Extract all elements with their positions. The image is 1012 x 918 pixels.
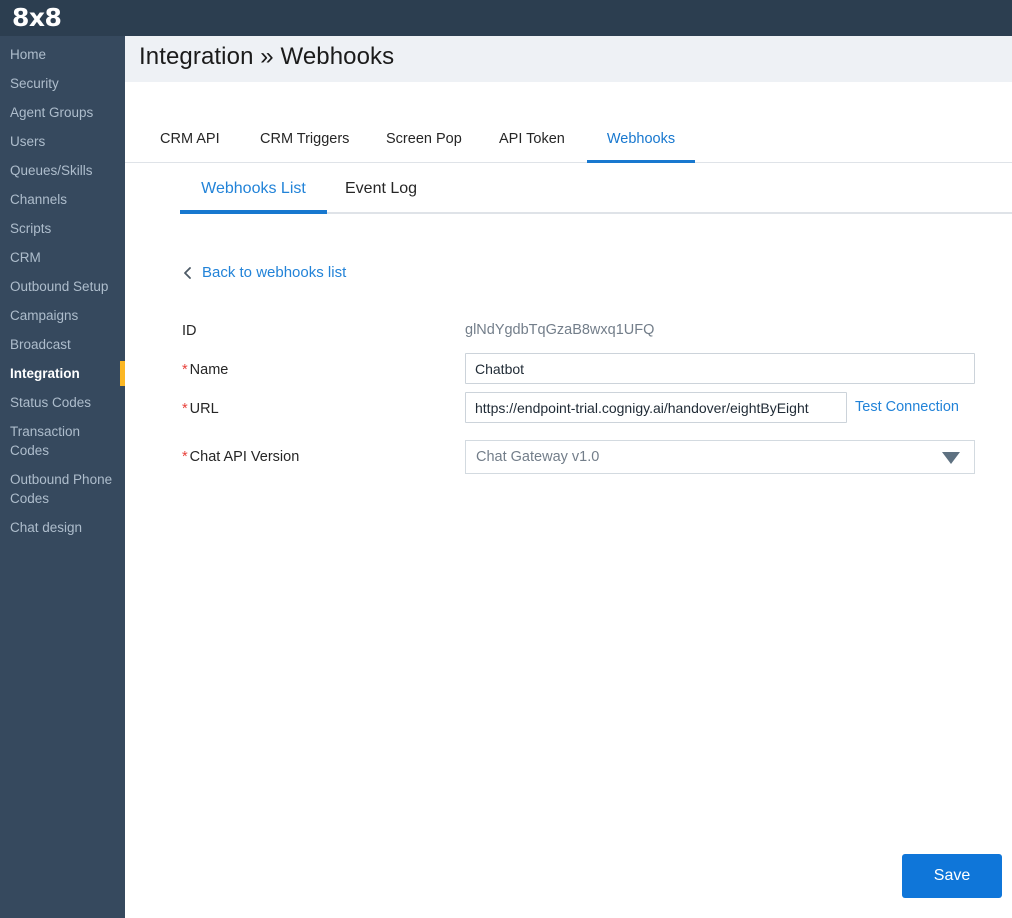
chat-api-version-value: Chat Gateway v1.0: [476, 449, 600, 465]
required-marker-name: *: [182, 362, 188, 378]
back-to-webhooks-list-link[interactable]: Back to webhooks list: [182, 264, 346, 281]
sidebar-item-home[interactable]: Home: [0, 40, 125, 69]
sidebar-item-broadcast[interactable]: Broadcast: [0, 330, 125, 359]
name-input[interactable]: [465, 353, 975, 384]
chevron-down-icon: [942, 452, 960, 464]
sidebar-item-label: Scripts: [10, 221, 52, 236]
sub-tabs: Webhooks List Event Log: [180, 180, 1012, 214]
webhook-form: ID glNdYgdbTqGzaB8wxq1UFQ *Name *URL Tes…: [125, 314, 1012, 483]
brand-logo[interactable]: 8x8: [12, 2, 62, 34]
tab-webhooks[interactable]: Webhooks: [587, 131, 695, 163]
page-header: Integration » Webhooks: [125, 36, 1012, 82]
id-label: ID: [182, 323, 197, 339]
content-area: CRM API CRM Triggers Screen Pop API Token We…: [125, 82, 1012, 918]
test-connection-link[interactable]: Test Connection: [855, 399, 959, 415]
chat-api-version-label-text: Chat API Version: [189, 449, 300, 465]
sidebar-item-label: Outbound Setup: [10, 279, 109, 294]
sidebar-item-queues-skills[interactable]: Queues/Skills: [0, 156, 125, 185]
form-row-chat-api-version: * Chat API Version Chat Gateway v1.0: [125, 431, 1012, 483]
tab-api-token[interactable]: API Token: [499, 131, 565, 163]
form-row-url: *URL Test Connection: [125, 392, 1012, 431]
name-label: * Name: [182, 362, 228, 378]
primary-tabs: CRM API CRM Triggers Screen Pop API Token We…: [125, 131, 1012, 163]
sidebar-item-label: Campaigns: [10, 308, 79, 323]
sidebar-nav: Home Security Agent Groups Users Queues/Skil…: [0, 36, 125, 918]
sidebar-item-label: Channels: [10, 192, 68, 207]
subtab-webhooks-list[interactable]: Webhooks List: [180, 180, 327, 214]
name-label-text: Name: [189, 362, 229, 378]
form-row-name: * Name: [125, 353, 1012, 392]
chevron-left-icon: [184, 266, 191, 279]
required-marker-chat-api-version: *: [182, 449, 188, 465]
sidebar-item-label: Home: [10, 47, 47, 62]
sidebar-item-outbound-setup[interactable]: Outbound Setup: [0, 272, 125, 301]
sidebar-item-scripts[interactable]: Scripts: [0, 214, 125, 243]
save-button[interactable]: Save: [902, 854, 1002, 898]
sidebar-item-channels[interactable]: Channels: [0, 185, 125, 214]
sidebar-item-chat-design[interactable]: Chat design: [0, 513, 125, 542]
page-title: Integration » Webhooks: [139, 43, 395, 70]
sidebar-item-label: Queues/Skills: [10, 163, 93, 178]
sidebar-item-label: Integration: [10, 366, 80, 381]
sidebar-item-label: Security: [10, 76, 59, 91]
id-value: glNdYgdbTqGzaB8wxq1UFQ: [465, 322, 655, 338]
sidebar-item-label: CRM: [10, 250, 41, 265]
sidebar-item-label: Chat design: [10, 520, 83, 535]
back-link-label: Back to webhooks list: [202, 264, 347, 281]
sidebar-item-label: Agent Groups: [10, 105, 94, 120]
sidebar-item-integration[interactable]: Integration: [0, 359, 125, 388]
sidebar-item-label: Transaction Codes: [10, 424, 81, 458]
sidebar-item-crm[interactable]: CRM: [0, 243, 125, 272]
url-input[interactable]: [465, 392, 847, 423]
sidebar-item-campaigns[interactable]: Campaigns: [0, 301, 125, 330]
sidebar-item-users[interactable]: Users: [0, 127, 125, 156]
sidebar-item-label: Outbound Phone Codes: [10, 472, 113, 506]
sidebar-item-label: Users: [10, 134, 46, 149]
app-root: 8x8 Home Security Agent Groups Users Queues/…: [0, 0, 1012, 918]
sidebar-item-label: Broadcast: [10, 337, 71, 352]
chat-api-version-select[interactable]: Chat Gateway v1.0: [465, 440, 975, 474]
chat-api-version-label: * Chat API Version: [182, 449, 299, 465]
sidebar-item-agent-groups[interactable]: Agent Groups: [0, 98, 125, 127]
sidebar-item-outbound-phone-codes[interactable]: Outbound Phone Codes: [0, 465, 125, 513]
tab-crm-api[interactable]: CRM API: [160, 131, 220, 163]
subtab-event-log[interactable]: Event Log: [345, 180, 417, 214]
url-label-text: URL: [189, 401, 219, 417]
required-marker-url: *: [182, 401, 188, 417]
sidebar-item-status-codes[interactable]: Status Codes: [0, 388, 125, 417]
sidebar-item-transaction-codes[interactable]: Transaction Codes: [0, 417, 125, 465]
tab-screen-pop[interactable]: Screen Pop: [386, 131, 462, 163]
top-bar: 8x8: [0, 0, 1012, 36]
sidebar-item-label: Status Codes: [10, 395, 92, 410]
form-row-id: ID glNdYgdbTqGzaB8wxq1UFQ: [125, 314, 1012, 353]
sidebar-item-security[interactable]: Security: [0, 69, 125, 98]
url-label: * URL: [182, 401, 219, 417]
tab-crm-triggers[interactable]: CRM Triggers: [260, 131, 349, 163]
